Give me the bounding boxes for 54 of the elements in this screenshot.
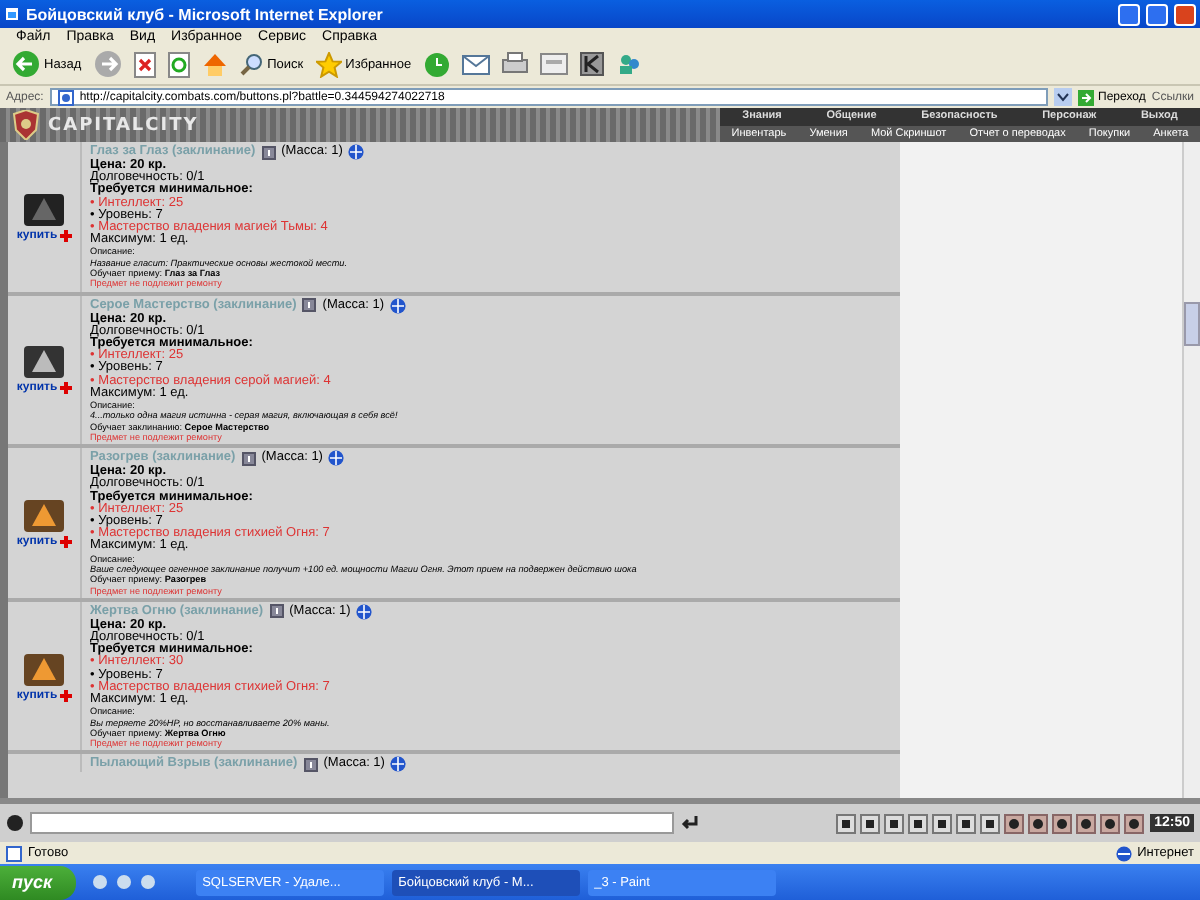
spell-scroll-picture [22, 651, 66, 688]
info-square-icon[interactable] [302, 298, 317, 313]
info-square-icon[interactable] [303, 757, 318, 772]
enter-arrow-icon[interactable] [680, 814, 700, 832]
info-square-icon[interactable] [261, 145, 276, 159]
scrollbar-thumb[interactable] [1184, 302, 1200, 346]
people-icon[interactable] [615, 52, 642, 76]
chat-tool-icon[interactable] [836, 813, 857, 833]
close-button[interactable] [1174, 3, 1196, 25]
refresh-icon[interactable] [167, 51, 190, 77]
scrollbar[interactable] [1182, 142, 1200, 798]
go-arrow-icon [1078, 89, 1095, 105]
plus-icon[interactable] [59, 536, 72, 549]
minimize-button[interactable] [1118, 3, 1140, 25]
spell-scroll-picture [22, 344, 66, 381]
stop-icon[interactable] [133, 51, 156, 77]
plus-icon[interactable] [59, 382, 72, 395]
window-icon [4, 6, 20, 22]
smiley-icon[interactable] [6, 814, 24, 832]
back-arrow-icon [12, 50, 40, 78]
magnifier-icon [239, 52, 264, 76]
chat-tool-icon[interactable] [956, 813, 977, 833]
site-logo: CAPITALCITY [48, 115, 199, 135]
history-icon[interactable] [423, 51, 450, 77]
action-icon[interactable] [1052, 813, 1073, 833]
info-square-icon[interactable] [241, 451, 256, 466]
info-square-icon[interactable] [269, 604, 284, 619]
window-title: Бойцовский клуб - Microsoft Internet Explorer [26, 5, 385, 23]
action-icon[interactable] [1076, 813, 1097, 833]
action-icon[interactable] [1004, 813, 1025, 833]
spell-scroll-picture [22, 191, 66, 228]
mail-icon[interactable] [461, 52, 490, 76]
page-icon [57, 90, 74, 106]
page-icon [6, 845, 22, 861]
chat-tool-icon[interactable] [860, 813, 881, 833]
plus-icon[interactable] [59, 689, 72, 702]
star-icon [315, 51, 342, 77]
action-icon[interactable] [1100, 813, 1121, 833]
chat-tool-icon[interactable] [884, 813, 905, 833]
letter-k-square-icon[interactable] [579, 52, 604, 76]
start-button[interactable]: пуск [0, 865, 77, 899]
plus-icon[interactable] [59, 229, 72, 242]
crest-icon [12, 110, 40, 140]
spell-scroll-picture [22, 497, 66, 534]
dropdown-arrow-icon[interactable] [1054, 88, 1073, 106]
action-icon[interactable] [1124, 813, 1145, 833]
maximize-button[interactable] [1146, 3, 1168, 25]
chat-input-field[interactable] [30, 812, 674, 834]
printer-icon[interactable] [501, 52, 528, 76]
chat-tool-icon[interactable] [980, 813, 1001, 833]
chat-tool-icon[interactable] [932, 813, 953, 833]
action-icon[interactable] [1028, 813, 1049, 833]
chat-tool-icon[interactable] [908, 813, 929, 833]
home-icon[interactable] [201, 51, 228, 77]
